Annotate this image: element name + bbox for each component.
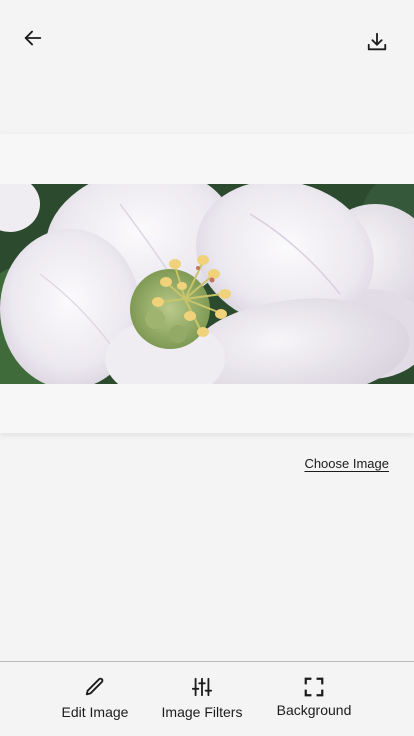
download-button[interactable] [357, 22, 397, 62]
background-label: Background [276, 702, 352, 718]
background-button[interactable]: Background [259, 662, 369, 736]
image-filters-button[interactable]: Image Filters [147, 662, 257, 736]
arrow-left-icon [24, 30, 42, 46]
image-card [0, 134, 414, 433]
bottom-toolbar: Edit Image Image Filters Background [0, 661, 414, 736]
top-bar [0, 0, 414, 80]
flower-image [0, 184, 414, 384]
flower-photo [0, 184, 414, 384]
image-filters-label: Image Filters [161, 704, 243, 720]
edit-image-label: Edit Image [61, 704, 129, 720]
choose-image-link[interactable]: Choose Image [304, 456, 389, 471]
back-button[interactable] [13, 18, 53, 58]
sliders-icon [191, 677, 213, 697]
fullscreen-icon [304, 677, 324, 697]
pencil-icon [85, 677, 104, 696]
download-icon [367, 32, 387, 51]
edit-image-button[interactable]: Edit Image [40, 662, 150, 736]
